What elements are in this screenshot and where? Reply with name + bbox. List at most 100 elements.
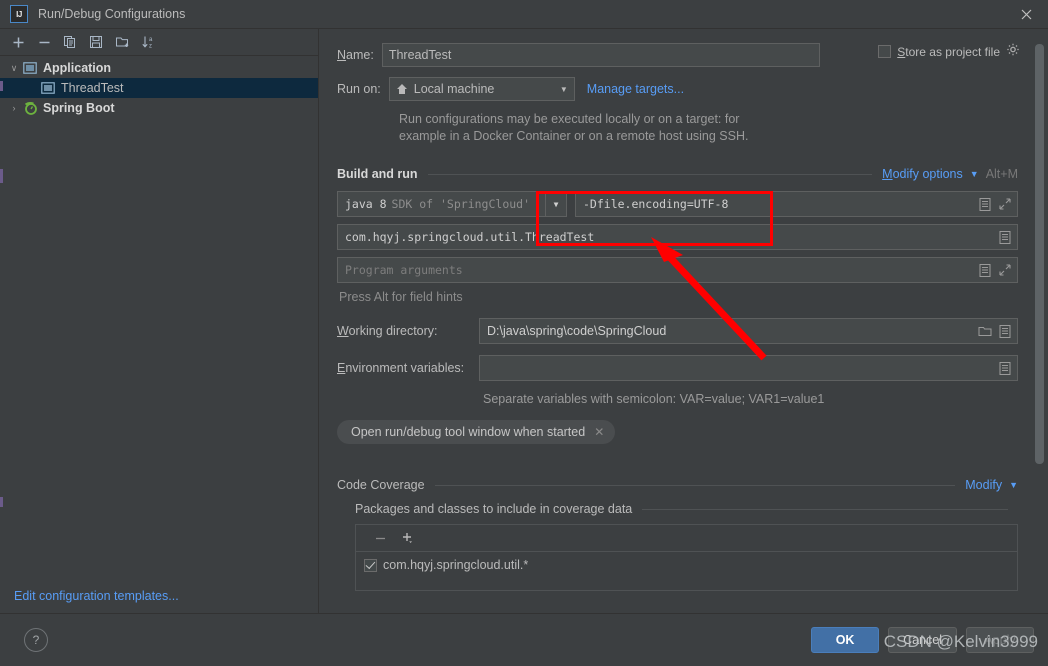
chevron-down-icon[interactable]: ∨ xyxy=(6,63,22,74)
folder-open-icon[interactable] xyxy=(977,323,993,339)
environment-variables-label: Environment variables: xyxy=(337,361,465,375)
working-directory-label: Working directory: xyxy=(337,324,438,338)
copy-configuration-button[interactable] xyxy=(58,31,82,53)
apply-button[interactable]: Apply xyxy=(966,627,1034,653)
run-on-label: Run on: xyxy=(337,82,381,96)
store-as-project-file-label: Store as project file xyxy=(897,44,1000,59)
tree-node-label: Application xyxy=(43,61,112,75)
configuration-editor-panel: Name: ThreadTest Store as project file R… xyxy=(319,29,1048,613)
add-package-button[interactable] xyxy=(396,527,420,549)
coverage-packages-block: Packages and classes to include in cover… xyxy=(355,502,1018,591)
tree-node-application[interactable]: ∨ Application xyxy=(0,58,318,78)
cancel-button[interactable]: Cancel xyxy=(888,627,957,653)
code-coverage-section-header: Code Coverage Modify ▼ xyxy=(337,478,1018,492)
tree-node-label: Spring Boot xyxy=(43,101,115,115)
build-and-run-title: Build and run xyxy=(337,167,418,181)
vm-options-field[interactable]: -Dfile.encoding=UTF-8 xyxy=(575,191,1018,217)
sidebar-toolbar: a z xyxy=(0,29,318,56)
spring-boot-icon xyxy=(22,100,38,116)
edge-marker xyxy=(0,497,3,507)
store-as-project-file-row[interactable]: Store as project file xyxy=(878,43,1020,60)
code-coverage-title: Code Coverage xyxy=(337,478,425,492)
help-button[interactable]: ? xyxy=(24,628,48,652)
chevron-down-icon[interactable]: ▼ xyxy=(970,169,979,179)
close-icon[interactable]: ✕ xyxy=(594,425,604,439)
manage-targets-link[interactable]: Manage targets... xyxy=(587,82,684,96)
dialog-footer: ? OK Cancel Apply xyxy=(0,613,1048,666)
macro-icon[interactable] xyxy=(997,360,1013,376)
edit-configuration-templates-link[interactable]: Edit configuration templates... xyxy=(0,579,318,613)
coverage-modify-link[interactable]: Modify xyxy=(965,478,1002,492)
open-run-debug-tool-window-chip[interactable]: Open run/debug tool window when started … xyxy=(337,420,616,444)
expand-icon[interactable] xyxy=(997,262,1013,278)
working-directory-value: D:\java\spring\code\SpringCloud xyxy=(487,324,667,338)
list-item[interactable]: com.hqyj.springcloud.util.* xyxy=(356,556,1017,572)
main-class-value: com.hqyj.springcloud.util.ThreadTest xyxy=(345,230,595,244)
remove-package-button[interactable] xyxy=(368,527,392,549)
working-directory-field[interactable]: D:\java\spring\code\SpringCloud xyxy=(479,318,1018,344)
application-icon xyxy=(22,60,38,76)
tree-node-threadtest[interactable]: ThreadTest xyxy=(0,78,318,98)
sort-configurations-button[interactable]: a z xyxy=(136,31,160,53)
chevron-down-icon[interactable]: ▼ xyxy=(1009,480,1018,490)
coverage-toolbar xyxy=(355,524,1018,551)
section-divider xyxy=(434,484,956,486)
main-class-field[interactable]: com.hqyj.springcloud.util.ThreadTest xyxy=(337,224,1018,250)
gear-icon[interactable] xyxy=(1006,43,1020,60)
name-value: ThreadTest xyxy=(388,48,452,62)
coverage-item-label: com.hqyj.springcloud.util.* xyxy=(383,558,529,572)
program-arguments-field[interactable]: Program arguments xyxy=(337,257,1018,283)
coverage-packages-title: Packages and classes to include in cover… xyxy=(355,502,633,516)
coverage-item-checkbox[interactable] xyxy=(364,558,377,572)
vertical-scrollbar[interactable] xyxy=(1035,44,1044,464)
name-input[interactable]: ThreadTest xyxy=(381,43,820,67)
chevron-right-icon[interactable]: › xyxy=(6,103,22,113)
environment-variables-row: Environment variables: xyxy=(337,355,1018,381)
edge-marker xyxy=(0,169,3,183)
jdk-combobox[interactable]: java 8 SDK of 'SpringCloud' ▼ xyxy=(337,191,567,217)
chip-label: Open run/debug tool window when started xyxy=(351,425,586,439)
macro-icon[interactable] xyxy=(997,229,1013,245)
jdk-and-vm-options-row: java 8 SDK of 'SpringCloud' ▼ -Dfile.enc… xyxy=(337,191,1018,217)
chevron-down-icon[interactable]: ▼ xyxy=(554,78,574,100)
home-icon xyxy=(396,83,408,95)
footer-buttons: OK Cancel Apply xyxy=(811,627,1034,653)
program-arguments-row: Program arguments xyxy=(337,257,1018,283)
macro-icon[interactable] xyxy=(977,196,993,212)
environment-variables-field[interactable] xyxy=(479,355,1018,381)
run-on-hint: Run configurations may be executed local… xyxy=(399,111,1018,145)
expand-icon[interactable] xyxy=(997,196,1013,212)
tree-node-label: ThreadTest xyxy=(61,81,124,95)
new-folder-button[interactable] xyxy=(110,31,134,53)
run-on-combobox[interactable]: Local machine ▼ xyxy=(388,77,575,101)
jdk-description: SDK of 'SpringCloud' xyxy=(391,197,531,211)
window-title: Run/Debug Configurations xyxy=(38,7,186,21)
run-on-value: Local machine xyxy=(413,82,495,96)
close-icon[interactable] xyxy=(1004,0,1048,28)
ok-button[interactable]: OK xyxy=(811,627,880,653)
store-as-project-file-checkbox[interactable] xyxy=(878,45,892,58)
jdk-name: java 8 xyxy=(345,197,387,211)
tree-node-spring-boot[interactable]: › Spring Boot xyxy=(0,98,318,118)
press-alt-hint: Press Alt for field hints xyxy=(339,290,463,304)
svg-text:a: a xyxy=(149,37,153,43)
logo-text: IJ xyxy=(16,9,22,19)
run-on-hint-line2: example in a Docker Container or on a re… xyxy=(399,129,749,143)
modify-options-link[interactable]: Modify options xyxy=(882,167,963,181)
edge-marker xyxy=(0,81,3,91)
macro-icon[interactable] xyxy=(977,262,993,278)
intellij-logo-icon: IJ xyxy=(10,5,28,23)
macro-icon[interactable] xyxy=(997,323,1013,339)
remove-configuration-button[interactable] xyxy=(32,31,56,53)
svg-text:z: z xyxy=(149,44,152,50)
program-arguments-placeholder: Program arguments xyxy=(345,263,463,277)
coverage-package-list: com.hqyj.springcloud.util.* xyxy=(355,551,1018,591)
working-directory-row: Working directory: D:\java\spring\code\S… xyxy=(337,318,1018,344)
configurations-sidebar: a z ∨ Application ThreadTest › Spring Bo… xyxy=(0,29,319,613)
dialog-body: a z ∨ Application ThreadTest › Spring Bo… xyxy=(0,29,1048,613)
run-debug-configurations-dialog: IJ Run/Debug Configurations a z ∨ Applic… xyxy=(0,0,1048,666)
chevron-down-icon[interactable]: ▼ xyxy=(545,192,566,216)
add-configuration-button[interactable] xyxy=(6,31,30,53)
name-label: Name: xyxy=(337,48,374,62)
save-configuration-button[interactable] xyxy=(84,31,108,53)
